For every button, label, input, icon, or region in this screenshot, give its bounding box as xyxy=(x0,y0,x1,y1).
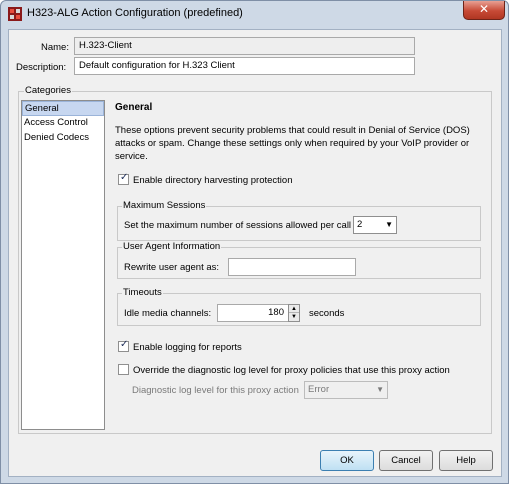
cancel-button[interactable]: Cancel xyxy=(379,450,433,471)
timeouts-legend: Timeouts xyxy=(122,287,163,298)
idle-media-unit: seconds xyxy=(309,308,345,319)
close-icon: ✕ xyxy=(478,2,490,16)
max-sessions-select[interactable]: 2 ▼ xyxy=(353,216,397,234)
user-agent-input[interactable] xyxy=(228,258,356,276)
help-button[interactable]: Help xyxy=(439,450,493,471)
user-agent-legend: User Agent Information xyxy=(122,241,222,252)
spin-up-icon[interactable]: ▲ xyxy=(289,305,299,313)
window-title: H323-ALG Action Configuration (predefine… xyxy=(27,7,243,19)
description-field[interactable]: Default configuration for H.323 Client xyxy=(74,57,415,75)
category-item-general[interactable]: General xyxy=(22,101,104,116)
chevron-down-icon: ▼ xyxy=(376,385,384,394)
directory-harvesting-label: Enable directory harvesting protection xyxy=(133,175,293,186)
title-bar[interactable]: H323-ALG Action Configuration (predefine… xyxy=(1,1,508,27)
idle-media-input[interactable]: 180 xyxy=(217,304,289,322)
idle-media-spinner[interactable]: ▲ ▼ xyxy=(288,304,300,322)
description-label: Description: xyxy=(16,62,67,73)
panel-title: General xyxy=(115,102,153,113)
idle-media-label: Idle media channels: xyxy=(124,308,212,319)
categories-list[interactable]: General Access Control Denied Codecs xyxy=(21,100,105,430)
check-icon: ✓ xyxy=(120,172,129,183)
ok-button[interactable]: OK xyxy=(320,450,374,471)
close-button[interactable]: ✕ xyxy=(463,1,505,20)
check-icon: ✓ xyxy=(120,339,129,350)
user-agent-label: Rewrite user agent as: xyxy=(124,262,220,273)
diagnostic-level-select[interactable]: Error ▼ xyxy=(304,381,388,399)
max-sessions-label: Set the maximum number of sessions allow… xyxy=(124,220,352,231)
category-item-access-control[interactable]: Access Control xyxy=(22,116,104,131)
max-sessions-value: 2 xyxy=(357,219,363,230)
panel-description: These options prevent security problems … xyxy=(115,125,470,162)
firewall-app-icon xyxy=(8,7,22,21)
diagnostic-level-label: Diagnostic log level for this proxy acti… xyxy=(132,385,299,396)
diagnostic-level-value: Error xyxy=(308,384,330,395)
spin-down-icon[interactable]: ▼ xyxy=(289,313,299,321)
enable-logging-label: Enable logging for reports xyxy=(133,342,242,353)
name-label: Name: xyxy=(41,42,69,53)
max-sessions-legend: Maximum Sessions xyxy=(122,200,207,211)
category-item-denied-codecs[interactable]: Denied Codecs xyxy=(22,131,104,146)
name-field[interactable]: H.323-Client xyxy=(74,37,415,55)
categories-legend: Categories xyxy=(24,85,72,96)
chevron-down-icon: ▼ xyxy=(385,220,393,229)
directory-harvesting-checkbox[interactable]: ✓ xyxy=(118,172,129,185)
override-diagnostic-label: Override the diagnostic log level for pr… xyxy=(133,365,450,376)
dialog-window: H323-ALG Action Configuration (predefine… xyxy=(0,0,509,484)
enable-logging-checkbox[interactable]: ✓ xyxy=(118,339,129,352)
override-diagnostic-checkbox[interactable] xyxy=(118,364,129,375)
